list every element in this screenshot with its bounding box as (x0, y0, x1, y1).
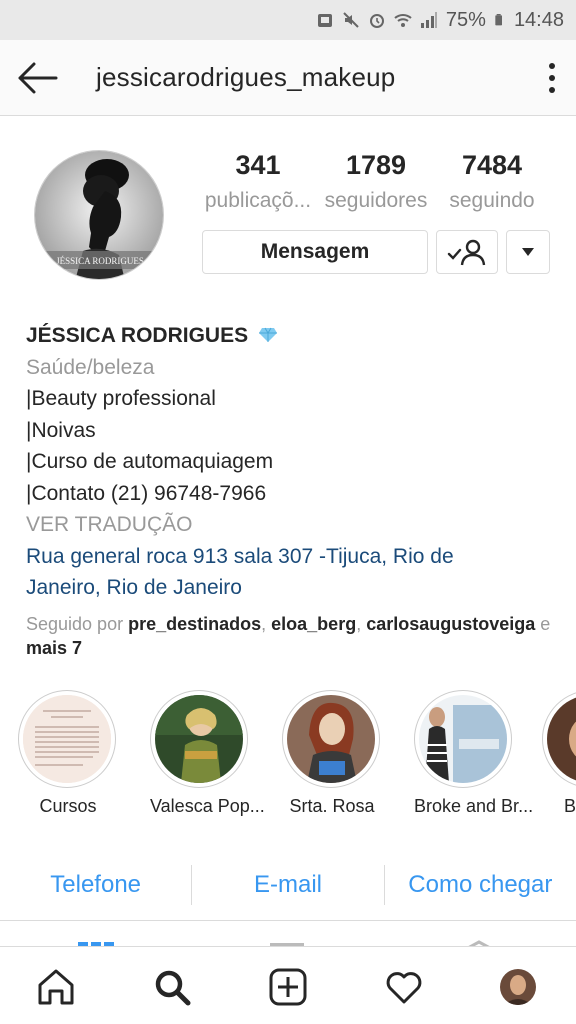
search-icon[interactable] (152, 967, 192, 1007)
highlight-cover (542, 690, 576, 788)
directions-button[interactable]: Como chegar (385, 862, 576, 908)
alarm-icon (369, 14, 384, 28)
battery-icon (495, 14, 502, 26)
avatar-illustration: JÉSSICA RODRIGUES (35, 151, 163, 279)
followers-label: seguidores (324, 189, 428, 212)
profile-header: jessicarodrigues_makeup (0, 40, 576, 116)
highlight-cover (414, 690, 512, 788)
address-line: Rua general roca 913 sala 307 -Tijuca, R… (26, 544, 454, 568)
stat-following[interactable]: 7484 seguindo (440, 150, 544, 213)
stat-posts[interactable]: 341 publicaçõ... (202, 150, 314, 213)
bio-line: |Curso de automaquiagem (26, 450, 274, 473)
followed-by-and: e (540, 613, 551, 634)
highlight-label: Srta. Rosa (289, 796, 375, 816)
battery-percent: 75% (445, 8, 486, 31)
bio-name-row: JÉSSICA RODRIGUES (26, 320, 556, 352)
activity-heart-icon[interactable] (384, 967, 424, 1007)
more-options-icon[interactable] (548, 62, 556, 94)
caret-down-icon (522, 248, 534, 256)
back-arrow-icon[interactable] (16, 60, 60, 96)
call-phone-button[interactable]: Telefone (0, 862, 191, 908)
new-post-icon[interactable] (268, 967, 308, 1007)
bottom-navigation (0, 946, 576, 1024)
stat-followers[interactable]: 1789 seguidores (320, 150, 432, 213)
highlight-item[interactable]: Broke and Br... (414, 690, 534, 817)
wifi-icon (394, 14, 412, 27)
section-divider (0, 920, 576, 921)
suggestions-dropdown-button[interactable] (506, 230, 550, 274)
posts-count: 341 (235, 150, 281, 180)
signal-icon (420, 12, 437, 28)
highlight-label: Broke and Br... (414, 796, 534, 816)
home-icon[interactable] (36, 967, 76, 1007)
notification-icon (317, 14, 332, 27)
avatar-caption: JÉSSICA RODRIGUES (56, 256, 144, 266)
email-button[interactable]: E-mail (192, 862, 383, 908)
diamond-emoji-icon (258, 327, 277, 342)
photo-thumbnail (155, 695, 243, 783)
bio-line[interactable]: |Contato (21) 96748-7966 (26, 478, 556, 510)
followed-by-more[interactable]: mais 7 (26, 638, 82, 658)
display-name: JÉSSICA RODRIGUES (26, 324, 249, 347)
header-username: jessicarodrigues_makeup (96, 62, 396, 92)
profile-avatar[interactable]: JÉSSICA RODRIGUES (34, 150, 164, 280)
followed-by-user[interactable]: carlosaugustoveiga (366, 614, 535, 634)
clock: 14:48 (513, 8, 564, 31)
bio-line: |Noivas (26, 418, 96, 442)
user-check-icon (447, 239, 486, 266)
message-button[interactable]: Mensagem (202, 230, 428, 274)
highlight-item[interactable]: Valesca Pop... (150, 690, 265, 817)
photo-thumbnail (419, 695, 507, 783)
highlight-item[interactable]: Srta. Rosa (282, 690, 382, 817)
photo-thumbnail (547, 695, 576, 783)
story-highlights: Cursos Valesca Pop... Srta. Rosa Broke a… (0, 690, 576, 830)
highlight-label: B (564, 796, 576, 816)
followed-by-prefix: Seguido por (26, 613, 124, 634)
highlight-cover (18, 690, 116, 788)
followers-count: 1789 (345, 150, 407, 180)
followed-by-user[interactable]: eloa_berg (271, 614, 356, 634)
profile-tab-avatar[interactable] (500, 969, 536, 1005)
address-line: Janeiro, Rio de Janeiro (26, 576, 242, 599)
highlight-item[interactable]: Cursos (18, 690, 118, 817)
highlight-cover (282, 690, 380, 788)
posts-label: publicaçõ... (204, 189, 312, 212)
followed-by-user[interactable]: pre_destinados (128, 614, 261, 634)
followed-by[interactable]: Seguido por pre_destinados, eloa_berg, c… (26, 612, 556, 660)
highlight-item[interactable]: B (542, 690, 576, 817)
document-thumbnail (23, 695, 111, 783)
bio-line: |Beauty professional (26, 387, 216, 410)
highlight-label: Cursos (39, 796, 97, 816)
highlight-cover (150, 690, 248, 788)
bio-category: Saúde/beleza (26, 355, 155, 379)
following-button[interactable] (436, 230, 498, 274)
address-link[interactable]: Rua general roca 913 sala 307 -Tijuca, R… (26, 541, 556, 604)
photo-thumbnail (287, 695, 375, 783)
see-translation-link[interactable]: VER TRADUÇÃO (26, 509, 556, 541)
status-bar: 75% 14:48 (0, 0, 576, 40)
following-count: 7484 (461, 150, 523, 180)
profile-bio: JÉSSICA RODRIGUES Saúde/beleza |Beauty p… (26, 320, 556, 660)
following-label: seguindo (449, 189, 535, 212)
profile-thumbnail-icon (500, 969, 536, 1005)
mute-icon (343, 12, 359, 28)
highlight-label: Valesca Pop... (150, 796, 265, 816)
contact-actions: Telefone E-mail Como chegar (0, 862, 576, 908)
